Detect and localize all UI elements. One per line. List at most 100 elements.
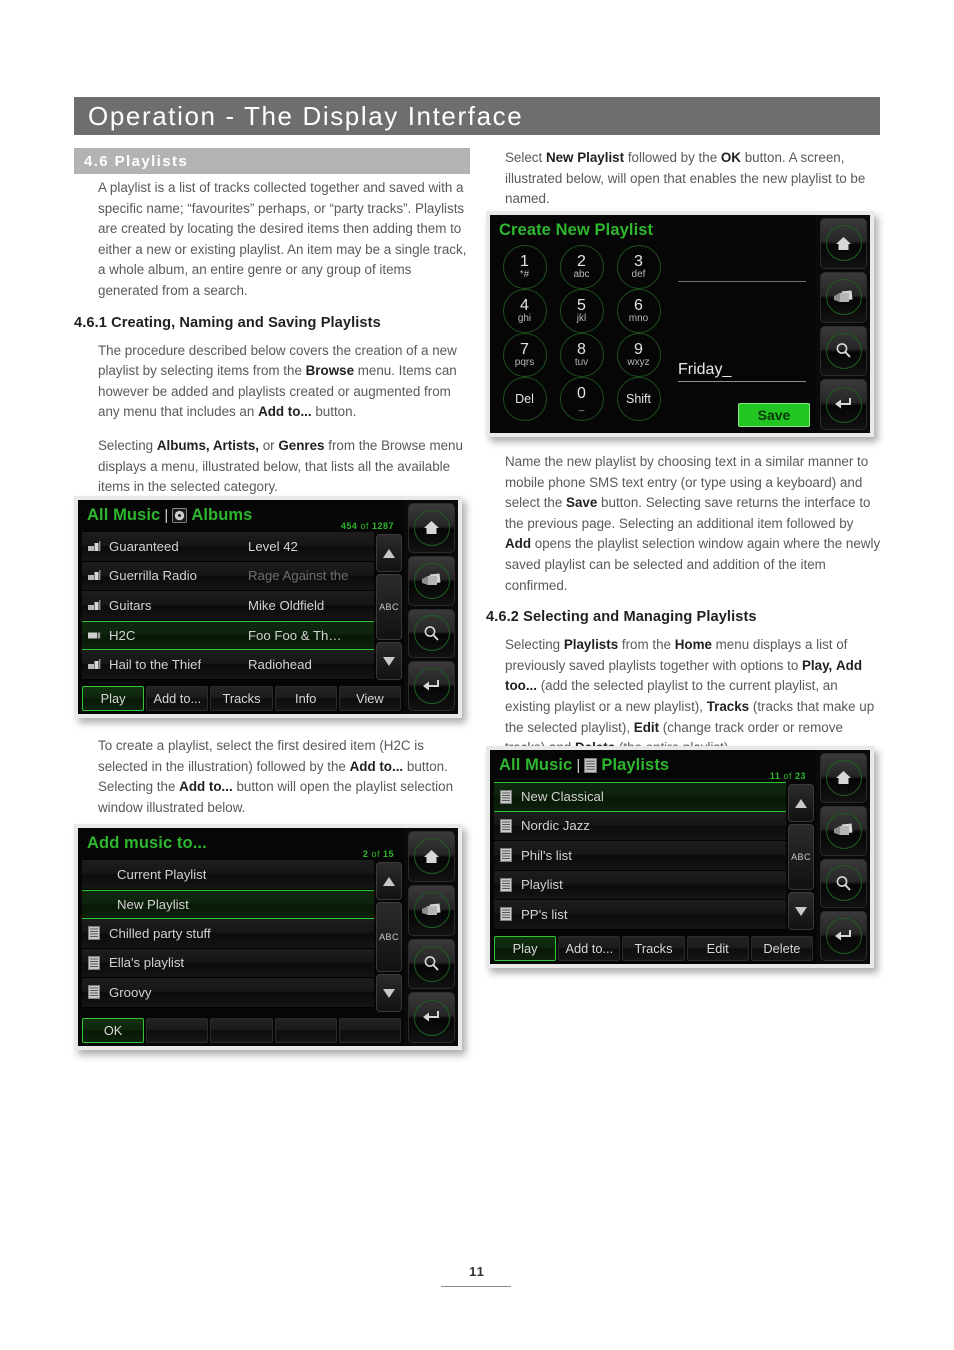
home-button[interactable] <box>820 753 867 803</box>
home-button[interactable] <box>408 831 455 882</box>
key-0[interactable]: 0 _ <box>553 377 610 421</box>
home-button[interactable] <box>820 218 867 269</box>
footer-divider <box>441 1286 511 1287</box>
empty-button-3 <box>274 1018 337 1043</box>
sms-keypad: 1 *# 2 abc 3 def 4 ghi 5 jkl 6 mno 7 pqrs 8 tuv … <box>496 245 668 421</box>
list-item[interactable]: PP's list <box>494 900 786 930</box>
paragraph-procedure: The procedure described below covers the… <box>98 342 457 420</box>
row-title: Phil's list <box>521 847 572 863</box>
scroll-up-button[interactable] <box>376 862 402 900</box>
browse-cards-button[interactable] <box>820 805 867 856</box>
playlist-name-input[interactable]: Friday_ <box>678 361 806 382</box>
alpha-jump-button[interactable]: ABC <box>376 574 402 640</box>
list-item[interactable]: Phil's list <box>494 841 786 871</box>
key-5[interactable]: 5 jkl <box>553 289 610 333</box>
browse-cards-button[interactable] <box>408 884 455 936</box>
add-music-list: Current Playlist New Playlist Chilled pa… <box>78 860 376 1014</box>
info-button[interactable]: Info <box>274 686 337 711</box>
row-artist: Radiohead <box>248 656 312 672</box>
tracks-button[interactable]: Tracks <box>210 686 273 711</box>
add-music-button-bar: OK <box>78 1016 404 1046</box>
playlists-scroll-column[interactable]: ABC <box>788 782 816 932</box>
albums-list: Guaranteed Level 42 Guerrilla Radio Rage… <box>78 532 376 682</box>
list-item-selected[interactable]: New Playlist <box>82 889 374 919</box>
scroll-down-button[interactable] <box>376 974 402 1012</box>
scroll-down-button[interactable] <box>788 892 814 930</box>
return-icon <box>423 679 439 691</box>
search-button[interactable] <box>408 938 455 990</box>
delete-button[interactable]: Delete <box>750 936 814 961</box>
save-button[interactable]: Save <box>738 403 810 427</box>
up-arrow-icon <box>383 548 395 558</box>
browse-cards-button[interactable] <box>820 271 867 323</box>
play-button[interactable]: Play <box>494 936 557 961</box>
search-button[interactable] <box>408 608 455 659</box>
key-7[interactable]: 7 pqrs <box>496 333 553 377</box>
list-item[interactable]: Current Playlist <box>82 860 374 890</box>
add-to-button[interactable]: Add to... <box>558 936 621 961</box>
browse-cards-button[interactable] <box>408 555 455 606</box>
table-row[interactable]: Guitars Mike Oldfield <box>82 591 374 621</box>
table-row[interactable]: Guaranteed Level 42 <box>82 532 374 562</box>
key-3[interactable]: 3 def <box>610 245 667 289</box>
play-button[interactable]: Play <box>82 686 145 711</box>
breadcrumb-separator: | <box>164 506 169 524</box>
row-title: Ella's playlist <box>109 955 185 971</box>
return-icon <box>423 1011 439 1022</box>
list-item[interactable]: Nordic Jazz <box>494 811 786 841</box>
alpha-jump-button[interactable]: ABC <box>788 824 814 890</box>
key-delete[interactable]: Del <box>496 377 553 421</box>
scroll-down-button[interactable] <box>376 642 402 680</box>
return-button[interactable] <box>820 379 867 430</box>
table-row[interactable]: Guerrilla Radio Rage Against the <box>82 561 374 591</box>
playlist-name-value: Friday_ <box>678 361 732 378</box>
add-music-header: Add music to... 2 of 15 <box>78 828 404 859</box>
add-to-button[interactable]: Add to... <box>146 686 209 711</box>
home-icon <box>836 771 851 785</box>
album-icon <box>88 658 104 670</box>
albums-side-buttons <box>404 500 458 714</box>
tracks-button[interactable]: Tracks <box>622 936 685 961</box>
edit-button[interactable]: Edit <box>686 936 749 961</box>
list-item[interactable]: Ella's playlist <box>82 948 374 978</box>
row-title: Groovy <box>109 984 152 1000</box>
row-artist: Level 42 <box>248 538 298 554</box>
scroll-up-button[interactable] <box>788 784 814 822</box>
search-button[interactable] <box>820 325 867 377</box>
return-button[interactable] <box>408 661 455 711</box>
view-button[interactable]: View <box>338 686 402 711</box>
input-underline <box>678 381 806 382</box>
scroll-up-button[interactable] <box>376 534 402 572</box>
search-button[interactable] <box>820 858 867 909</box>
search-icon <box>836 875 851 891</box>
playlist-icon <box>500 877 516 892</box>
key-1[interactable]: 1 *# <box>496 245 553 289</box>
key-6[interactable]: 6 mno <box>610 289 667 333</box>
return-button[interactable] <box>820 911 867 961</box>
key-2[interactable]: 2 abc <box>553 245 610 289</box>
paragraph-managing: Selecting Playlists from the Home menu d… <box>505 637 875 755</box>
key-9[interactable]: 9 wxyz <box>610 333 667 377</box>
alpha-jump-button[interactable]: ABC <box>376 902 402 972</box>
list-item[interactable]: Playlist <box>494 870 786 900</box>
return-button[interactable] <box>408 992 455 1043</box>
albums-counter: 454 of 1287 <box>340 521 394 531</box>
list-item[interactable]: Chilled party stuff <box>82 919 374 949</box>
disc-icon <box>172 507 188 523</box>
key-4[interactable]: 4 ghi <box>496 289 553 333</box>
albums-scroll-column[interactable]: ABC <box>376 532 404 682</box>
page-title: Operation - The Display Interface <box>88 100 524 131</box>
list-item-selected[interactable]: New Classical <box>494 782 786 812</box>
subheading-4-6-1: 4.6.1 Creating, Naming and Saving Playli… <box>74 314 381 331</box>
key-shift[interactable]: Shift <box>610 377 667 421</box>
table-row[interactable]: Hail to the Thief Radiohead <box>82 650 374 680</box>
home-button[interactable] <box>408 503 455 553</box>
key-8[interactable]: 8 tuv <box>553 333 610 377</box>
table-row-selected[interactable]: H2C Foo Foo & Th… <box>82 620 374 650</box>
ok-button[interactable]: OK <box>82 1018 145 1043</box>
playlist-icon <box>584 757 598 773</box>
list-item[interactable]: Groovy <box>82 978 374 1008</box>
add-music-scroll-column[interactable]: ABC <box>376 860 404 1014</box>
playlists-counter: 11 of 23 <box>769 771 806 781</box>
cards-icon <box>833 290 852 302</box>
